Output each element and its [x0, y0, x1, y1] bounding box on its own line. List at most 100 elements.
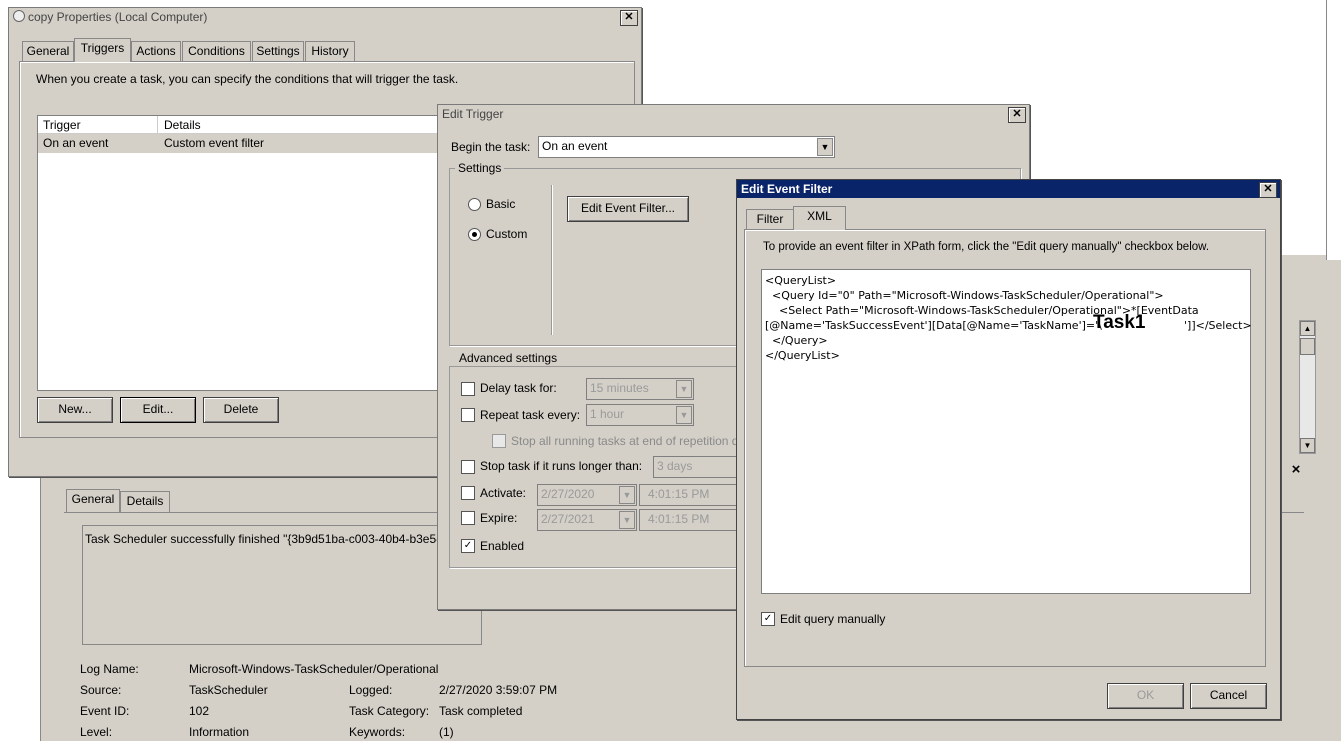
task-scheduler-icon: [13, 10, 25, 22]
background-close-icon[interactable]: ×: [1288, 462, 1304, 478]
settings-group-label: Settings: [455, 161, 505, 175]
delay-label: Delay task for:: [480, 381, 557, 395]
edit-query-manually-label: Edit query manually: [780, 612, 886, 626]
edit-event-filter-title-bar: Edit Event Filter: [737, 180, 1280, 198]
stop-running-label: Stop all running tasks at end of repetit…: [511, 434, 739, 448]
properties-close-button[interactable]: ✕: [620, 10, 638, 26]
stop-longer-value: 3 days: [657, 459, 693, 473]
edit-event-filter-close-button[interactable]: ✕: [1259, 182, 1277, 198]
edit-trigger-title: Edit Trigger: [442, 107, 504, 121]
delay-checkbox[interactable]: [461, 382, 475, 396]
xml-query-editor[interactable]: <QueryList> <Query Id="0" Path="Microsof…: [761, 269, 1252, 594]
xml-line-4a: [@Name='TaskSuccessEvent'][Data[@Name='T…: [765, 319, 1102, 332]
delay-value: 15 minutes: [590, 381, 649, 395]
tab-conditions[interactable]: Conditions: [182, 41, 251, 62]
enabled-label: Enabled: [480, 539, 525, 553]
source-label: Source:: [80, 683, 122, 697]
activate-checkbox[interactable]: [461, 486, 475, 500]
chevron-down-icon[interactable]: ▼: [817, 138, 833, 156]
keywords-label: Keywords:: [349, 725, 406, 739]
event-message-box: Task Scheduler successfully finished "{3…: [82, 525, 482, 645]
tab-actions[interactable]: Actions: [131, 41, 181, 62]
row-trigger: On an event: [43, 136, 109, 150]
stop-longer-label: Stop task if it runs longer than:: [480, 459, 643, 473]
log-name-value: Microsoft-Windows-TaskScheduler/Operatio…: [189, 662, 439, 676]
begin-task-value: On an event: [542, 139, 608, 153]
edit-event-filter-title: Edit Event Filter: [741, 182, 833, 196]
task-category-value: Task completed: [439, 704, 523, 718]
new-trigger-button[interactable]: New...: [37, 397, 113, 423]
activate-time[interactable]: 4:01:15 PM: [639, 484, 747, 506]
row-details: Custom event filter: [164, 136, 265, 150]
background-right-edge: [1326, 0, 1341, 260]
column-details[interactable]: Details: [164, 118, 201, 132]
event-message: Task Scheduler successfully finished "{3…: [85, 532, 447, 546]
basic-label: Basic: [486, 197, 516, 211]
source-value: TaskScheduler: [189, 683, 268, 697]
event-id-value: 102: [189, 704, 210, 718]
stop-longer-checkbox[interactable]: [461, 460, 475, 474]
logged-value: 2/27/2020 3:59:07 PM: [439, 683, 558, 697]
log-name-label: Log Name:: [80, 662, 139, 676]
edit-trigger-button[interactable]: Edit...: [120, 397, 196, 423]
activate-label: Activate:: [480, 486, 527, 500]
xml-line-5: </Query>: [765, 334, 828, 347]
chevron-down-icon[interactable]: ▼: [619, 511, 635, 529]
repeat-checkbox[interactable]: [461, 408, 475, 422]
delay-select[interactable]: 15 minutes ▼: [586, 378, 694, 400]
tab-settings[interactable]: Settings: [252, 41, 304, 62]
event-id-label: Event ID:: [80, 704, 130, 718]
properties-title-bar: copy Properties (Local Computer): [9, 8, 641, 26]
expire-checkbox[interactable]: [461, 511, 475, 525]
xml-line-3: <Select Path="Microsoft-Windows-TaskSche…: [765, 304, 1199, 317]
edit-event-filter-window: Edit Event Filter ✕ Filter XML To provid…: [736, 179, 1281, 720]
edit-event-filter-button[interactable]: Edit Event Filter...: [567, 196, 689, 222]
edit-query-manually-checkbox[interactable]: ✓: [761, 612, 775, 626]
ok-button[interactable]: OK: [1107, 683, 1184, 709]
xml-task-name: Task1: [1093, 312, 1146, 333]
tab-triggers[interactable]: Triggers: [74, 38, 131, 62]
xml-line-4b: ']]</Select>: [1184, 319, 1252, 332]
activate-date[interactable]: 2/27/2020 ▼: [537, 484, 637, 506]
chevron-down-icon[interactable]: ▼: [619, 486, 635, 504]
tab-history[interactable]: History: [305, 41, 355, 62]
custom-label: Custom: [486, 227, 528, 241]
begin-task-select[interactable]: On an event ▼: [538, 136, 835, 158]
expire-time-value: 4:01:15 PM: [648, 512, 710, 526]
keywords-value: (1): [439, 725, 454, 739]
repeat-select[interactable]: 1 hour ▼: [586, 404, 694, 426]
expire-date-value: 2/27/2021: [541, 512, 595, 526]
repeat-label: Repeat task every:: [480, 408, 581, 422]
task-category-label: Task Category:: [349, 704, 430, 718]
cancel-button[interactable]: Cancel: [1190, 683, 1267, 709]
tab-event-general[interactable]: General: [66, 489, 120, 513]
expire-date[interactable]: 2/27/2021 ▼: [537, 509, 637, 531]
tab-event-details[interactable]: Details: [120, 491, 170, 512]
triggers-description: When you create a task, you can specify …: [36, 72, 459, 86]
level-label: Level:: [80, 725, 113, 739]
expire-label: Expire:: [480, 511, 518, 525]
begin-task-label: Begin the task:: [451, 140, 531, 154]
activate-time-value: 4:01:15 PM: [648, 487, 710, 501]
tab-general[interactable]: General: [22, 41, 74, 62]
custom-radio[interactable]: [468, 228, 481, 241]
column-trigger[interactable]: Trigger: [43, 118, 81, 132]
logged-label: Logged:: [349, 683, 393, 697]
background-scrollbar[interactable]: ▲ ▼: [1299, 320, 1316, 454]
activate-date-value: 2/27/2020: [541, 487, 595, 501]
tab-xml[interactable]: XML: [793, 206, 846, 230]
enabled-checkbox[interactable]: ✓: [461, 539, 475, 553]
triggers-list[interactable]: Trigger Details On an event Custom event…: [37, 115, 458, 391]
edit-trigger-close-button[interactable]: ✕: [1008, 107, 1026, 123]
stop-running-checkbox[interactable]: [492, 434, 506, 448]
chevron-down-icon[interactable]: ▼: [676, 406, 692, 424]
expire-time[interactable]: 4:01:15 PM: [639, 509, 747, 531]
table-row[interactable]: On an event Custom event filter: [38, 134, 456, 153]
basic-radio[interactable]: [468, 198, 481, 211]
xml-line-6: </QueryList>: [765, 349, 840, 362]
chevron-down-icon[interactable]: ▼: [676, 380, 692, 398]
delete-trigger-button[interactable]: Delete: [203, 397, 279, 423]
xml-instruction: To provide an event filter in XPath form…: [763, 241, 1210, 253]
tab-filter[interactable]: Filter: [746, 209, 794, 230]
advanced-settings-label: Advanced settings: [456, 351, 561, 365]
